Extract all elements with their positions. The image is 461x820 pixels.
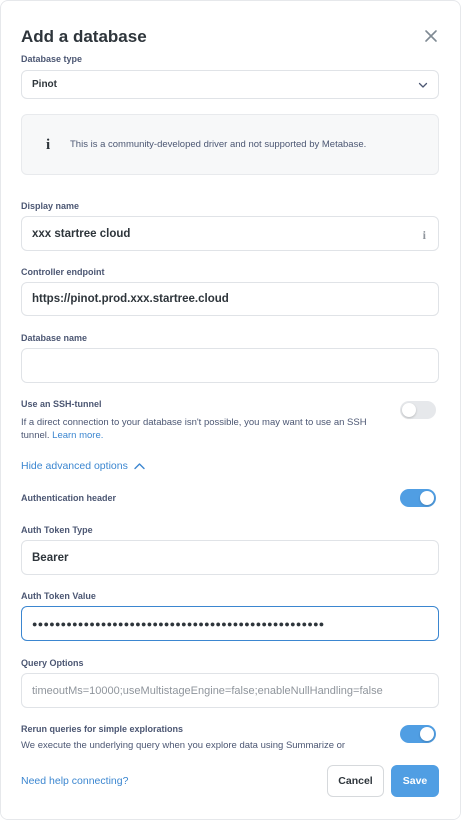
hide-advanced-options-button[interactable]: Hide advanced options [21, 460, 145, 472]
database-type-label: Database type [21, 54, 83, 64]
query-options-label: Query Options [21, 658, 84, 668]
database-type-select[interactable]: Pinot [21, 70, 439, 99]
learn-more-link[interactable]: Learn more. [52, 430, 103, 441]
database-name-input[interactable] [21, 348, 439, 383]
database-type-value: Pinot [32, 79, 57, 90]
rerun-queries-label: Rerun queries for simple explorations [21, 724, 184, 734]
database-name-label: Database name [21, 333, 88, 343]
display-name-value: xxx startree cloud [32, 227, 131, 240]
controller-endpoint-value: https://pinot.prod.xxx.startree.cloud [32, 293, 229, 305]
auth-token-value-label: Auth Token Value [21, 591, 96, 601]
display-name-label: Display name [21, 201, 80, 211]
close-icon[interactable] [423, 28, 439, 44]
ssh-tunnel-description: If a direct connection to your database … [21, 416, 396, 442]
chevron-down-icon [418, 82, 428, 88]
modal-title: Add a database [21, 27, 147, 46]
auth-token-value-input[interactable]: ●●●●●●●●●●●●●●●●●●●●●●●●●●●●●●●●●●●●●●●●… [21, 606, 439, 641]
notice-text: This is a community-developed driver and… [70, 139, 367, 150]
rerun-queries-description: We execute the underlying query when you… [21, 740, 346, 751]
auth-header-label: Authentication header [21, 493, 117, 503]
display-name-input[interactable]: xxx startree cloud i [21, 216, 439, 251]
chevron-up-icon [134, 463, 145, 470]
auth-token-masked-value: ●●●●●●●●●●●●●●●●●●●●●●●●●●●●●●●●●●●●●●●●… [32, 618, 325, 629]
auth-token-type-input[interactable]: Bearer [21, 540, 439, 575]
controller-endpoint-input[interactable]: https://pinot.prod.xxx.startree.cloud [21, 282, 439, 316]
controller-endpoint-label: Controller endpoint [21, 267, 105, 277]
toggle-knob [420, 491, 434, 505]
ssh-tunnel-label: Use an SSH-tunnel [21, 399, 102, 409]
rerun-queries-toggle[interactable] [400, 725, 436, 743]
query-options-placeholder: timeoutMs=10000;useMultistageEngine=fals… [32, 684, 383, 697]
cancel-button[interactable]: Cancel [327, 765, 384, 797]
info-icon: i [46, 137, 51, 153]
community-driver-notice: i This is a community-developed driver a… [21, 114, 439, 175]
toggle-knob [420, 727, 434, 741]
auth-token-type-value: Bearer [32, 551, 69, 564]
info-icon[interactable]: i [423, 228, 426, 243]
hide-advanced-options-label: Hide advanced options [21, 460, 128, 472]
auth-token-type-label: Auth Token Type [21, 525, 93, 535]
save-button[interactable]: Save [391, 765, 439, 797]
ssh-tunnel-toggle[interactable] [400, 401, 436, 419]
need-help-link[interactable]: Need help connecting? [21, 775, 128, 787]
auth-header-toggle[interactable] [400, 489, 436, 507]
query-options-input[interactable]: timeoutMs=10000;useMultistageEngine=fals… [21, 673, 439, 708]
add-database-modal: Add a database Database type Pinot i Thi… [0, 0, 461, 820]
toggle-knob [402, 403, 416, 417]
